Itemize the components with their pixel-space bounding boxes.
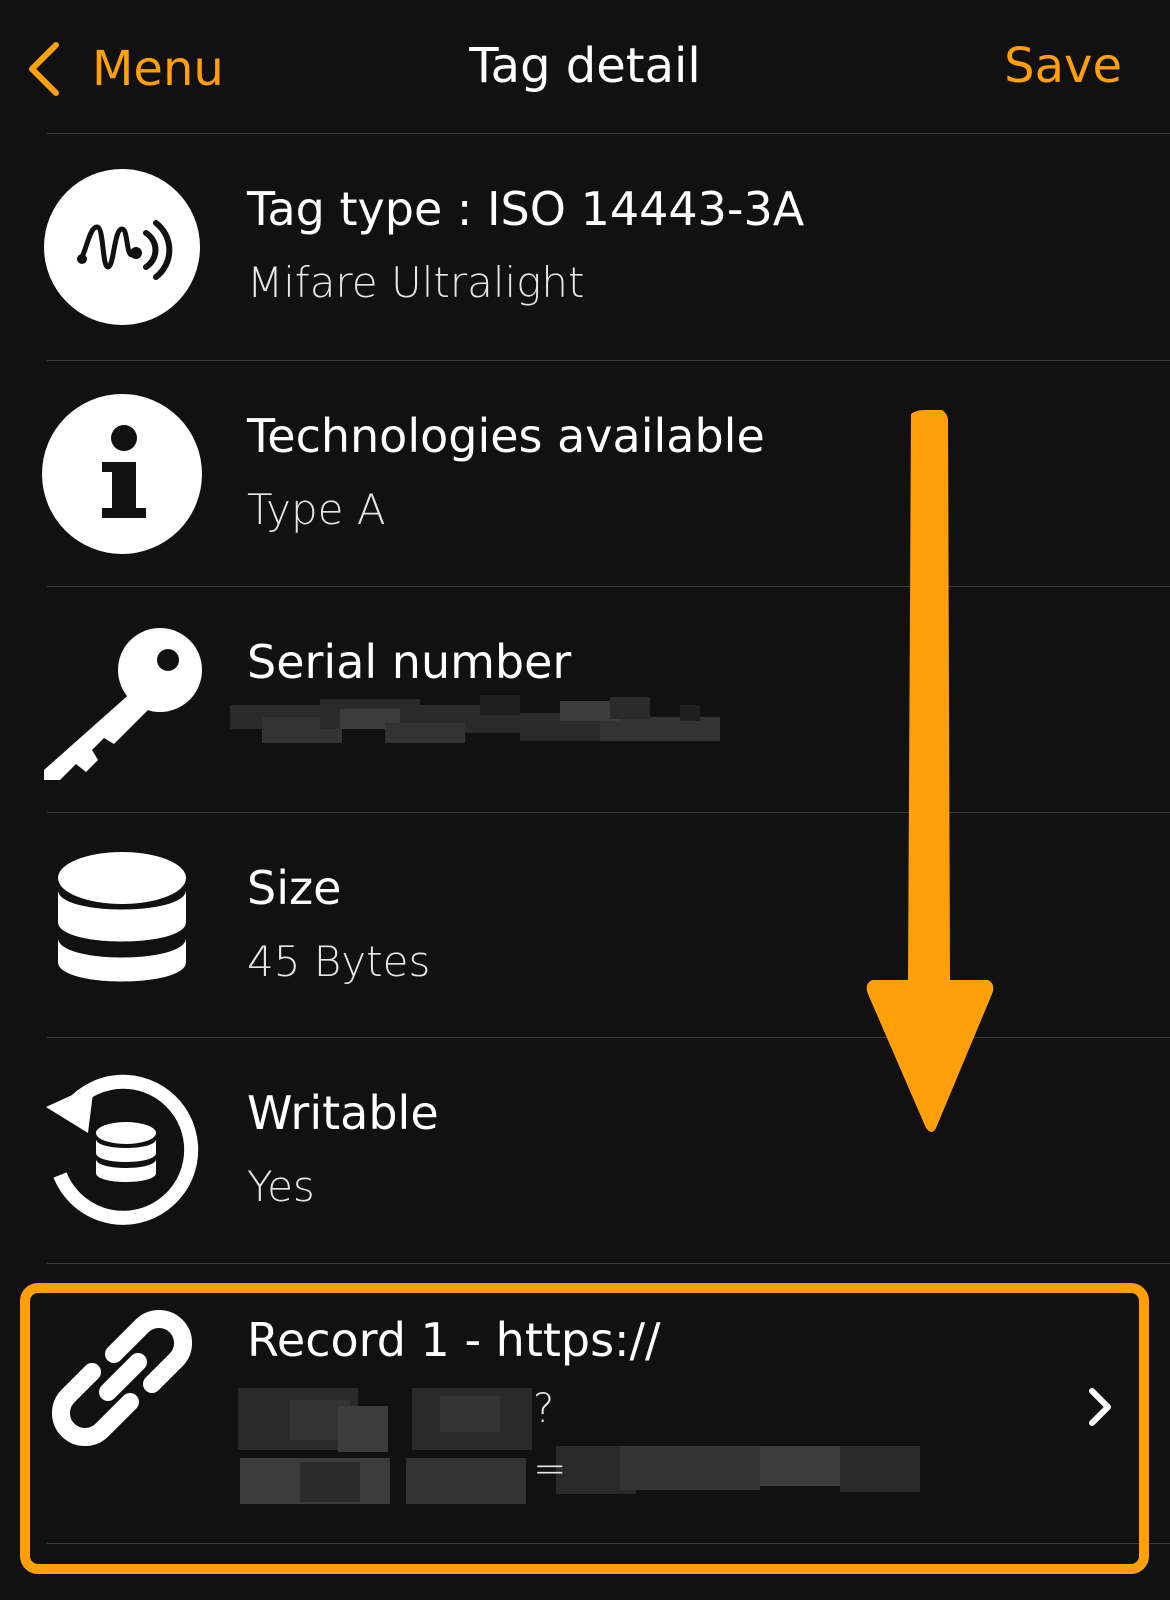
key-icon	[44, 628, 202, 780]
page-title: Tag detail	[469, 38, 701, 94]
info-icon	[42, 394, 202, 554]
writable-database-icon	[46, 1074, 199, 1225]
row-technologies: Technologies available Type A	[0, 361, 1170, 587]
save-button[interactable]: Save	[1004, 38, 1122, 94]
divider	[47, 1263, 1170, 1264]
row-subtitle: Yes	[247, 1162, 315, 1211]
row-writable: Writable Yes	[0, 1038, 1170, 1264]
row-serial-number: Serial number	[0, 587, 1170, 813]
row-title: Writable	[247, 1086, 439, 1140]
row-subtitle: 45 Bytes	[247, 937, 431, 986]
chevron-right-icon	[1089, 1388, 1111, 1426]
row-title: Size	[247, 861, 342, 915]
divider	[47, 1543, 1170, 1544]
row-tag-type: Tag type : ISO 14443-3A Mifare Ultraligh…	[0, 134, 1170, 360]
row-title: Serial number	[247, 635, 572, 689]
record-url-fragment: ?	[533, 1386, 555, 1432]
row-title: Tag type : ISO 14443-3A	[247, 182, 805, 236]
row-title: Record 1 - https://	[247, 1313, 661, 1367]
link-icon	[51, 1309, 193, 1447]
nfc-tag-icon	[44, 169, 200, 325]
row-title: Technologies available	[247, 409, 765, 463]
navigation-bar: Menu Tag detail Save	[0, 0, 1170, 134]
row-subtitle: Type A	[247, 485, 386, 534]
row-subtitle: Mifare Ultralight	[247, 258, 585, 307]
tag-detail-screen: Menu Tag detail Save Tag type : ISO 1444…	[0, 0, 1170, 1600]
record-url-fragment: =	[533, 1446, 567, 1492]
database-icon	[58, 852, 186, 982]
row-size: Size 45 Bytes	[0, 813, 1170, 1039]
